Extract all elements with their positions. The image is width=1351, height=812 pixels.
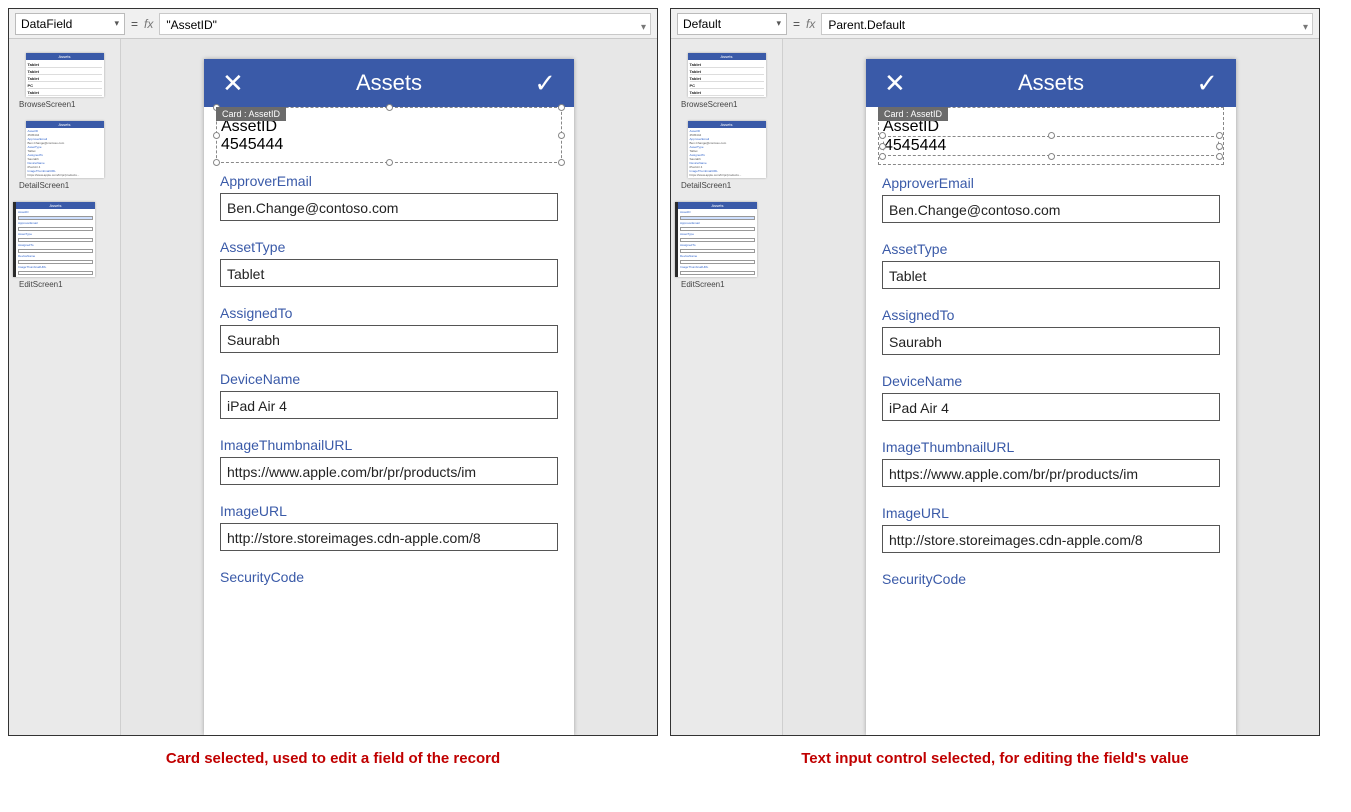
left-caption: Card selected, used to edit a field of t… — [8, 750, 658, 767]
thumb-browse-label: BrowseScreen1 — [681, 100, 778, 109]
screen-thumbnails: Assets Tablet Tablet Tablet PC Tablet Br… — [671, 39, 783, 735]
app-title: Assets — [356, 70, 422, 96]
card-imagethumbnailurl[interactable]: ImageThumbnailURL https://www.apple.com/… — [204, 427, 574, 493]
app-preview: ✕ Assets ✓ Card : AssetID AssetID 454544… — [866, 59, 1236, 735]
field-input[interactable]: https://www.apple.com/br/pr/products/im — [882, 459, 1220, 487]
thumb-browse-label: BrowseScreen1 — [19, 100, 116, 109]
thumb-edit[interactable]: Assets AssetID ApproverEmail AssetType A… — [13, 202, 95, 277]
selection-tag: Card : AssetID — [216, 107, 286, 121]
card-assettype[interactable]: AssetType Tablet — [204, 229, 574, 295]
formula-bar: Default ▾ = fx Parent.Default ▾ — [671, 9, 1319, 39]
formula-bar: DataField ▾ = fx "AssetID" ▾ — [9, 9, 657, 39]
card-imageurl[interactable]: ImageURL http://store.storeimages.cdn-ap… — [204, 493, 574, 559]
thumb-detail[interactable]: Assets AssetID4545444 ApproverEmailBen.C… — [26, 121, 104, 178]
text-input-selected[interactable]: 4545444 — [883, 136, 1219, 156]
field-label: ImageURL — [220, 503, 558, 519]
field-input[interactable]: Ben.Change@contoso.com — [882, 195, 1220, 223]
field-label: AssetType — [882, 241, 1220, 257]
field-label: AssetType — [220, 239, 558, 255]
property-dropdown[interactable]: Default ▾ — [677, 13, 787, 35]
card-assignedto[interactable]: AssignedTo Saurabh — [866, 297, 1236, 363]
fx-icon: fx — [144, 17, 153, 31]
formula-text: "AssetID" — [166, 18, 217, 32]
card-securitycode[interactable]: SecurityCode — [204, 559, 574, 597]
right-caption: Text input control selected, for editing… — [670, 750, 1320, 767]
thumb-detail[interactable]: Assets AssetID4545444 ApproverEmailBen.C… — [688, 121, 766, 178]
field-input[interactable]: 4545444 — [221, 136, 557, 154]
thumb-edit[interactable]: Assets AssetID ApproverEmail AssetType A… — [675, 202, 757, 277]
field-label: AssignedTo — [220, 305, 558, 321]
field-input[interactable]: Saurabh — [882, 327, 1220, 355]
check-icon[interactable]: ✓ — [1196, 68, 1218, 99]
selection-tag: Card : AssetID — [878, 107, 948, 121]
app-title: Assets — [1018, 70, 1084, 96]
formula-text: Parent.Default — [828, 18, 905, 32]
chevron-down-icon: ▾ — [114, 18, 119, 29]
card-imageurl[interactable]: ImageURL http://store.storeimages.cdn-ap… — [866, 495, 1236, 561]
card-devicename[interactable]: DeviceName iPad Air 4 — [866, 363, 1236, 429]
screen-thumbnails: Assets Tablet Tablet Tablet PC Tablet Br… — [9, 39, 121, 735]
fx-icon: fx — [806, 17, 815, 31]
property-name: DataField — [21, 17, 72, 31]
chevron-down-icon: ▾ — [776, 18, 781, 29]
field-input[interactable]: Saurabh — [220, 325, 558, 353]
property-name: Default — [683, 17, 721, 31]
thumb-browse[interactable]: Assets Tablet Tablet Tablet PC Tablet — [26, 53, 104, 97]
app-header: ✕ Assets ✓ — [204, 59, 574, 107]
field-label: DeviceName — [882, 373, 1220, 389]
field-label: ImageThumbnailURL — [220, 437, 558, 453]
right-editor-frame: Default ▾ = fx Parent.Default ▾ Assets T… — [670, 8, 1320, 736]
canvas: ✕ Assets ✓ Card : AssetID AssetID 454544… — [121, 39, 657, 735]
card-imagethumbnailurl[interactable]: ImageThumbnailURL https://www.apple.com/… — [866, 429, 1236, 495]
field-input[interactable]: Tablet — [220, 259, 558, 287]
field-input[interactable]: iPad Air 4 — [882, 393, 1220, 421]
field-input[interactable]: iPad Air 4 — [220, 391, 558, 419]
formula-input[interactable]: "AssetID" ▾ — [159, 13, 651, 35]
field-input[interactable]: http://store.storeimages.cdn-apple.com/8 — [220, 523, 558, 551]
equals-label: = — [793, 17, 800, 31]
app-header: ✕ Assets ✓ — [866, 59, 1236, 107]
thumb-detail-label: DetailScreen1 — [681, 181, 778, 190]
field-label: SecurityCode — [882, 571, 1220, 587]
property-dropdown[interactable]: DataField ▾ — [15, 13, 125, 35]
app-preview: ✕ Assets ✓ Card : AssetID AssetID 454544… — [204, 59, 574, 735]
card-securitycode[interactable]: SecurityCode — [866, 561, 1236, 599]
field-label: SecurityCode — [220, 569, 558, 585]
card-devicename[interactable]: DeviceName iPad Air 4 — [204, 361, 574, 427]
thumb-detail-label: DetailScreen1 — [19, 181, 116, 190]
left-editor-frame: DataField ▾ = fx "AssetID" ▾ Assets Tabl… — [8, 8, 658, 736]
close-icon[interactable]: ✕ — [884, 68, 906, 99]
card-approveremail[interactable]: ApproverEmail Ben.Change@contoso.com — [204, 163, 574, 229]
thumb-browse[interactable]: Assets Tablet Tablet Tablet PC Tablet — [688, 53, 766, 97]
field-label: ApproverEmail — [882, 175, 1220, 191]
field-label: ApproverEmail — [220, 173, 558, 189]
chevron-down-icon: ▾ — [1303, 17, 1308, 39]
chevron-down-icon: ▾ — [641, 17, 646, 39]
field-input[interactable]: Tablet — [882, 261, 1220, 289]
card-assignedto[interactable]: AssignedTo Saurabh — [204, 295, 574, 361]
close-icon[interactable]: ✕ — [222, 68, 244, 99]
canvas: ✕ Assets ✓ Card : AssetID AssetID 454544… — [783, 39, 1319, 735]
field-input[interactable]: Ben.Change@contoso.com — [220, 193, 558, 221]
card-assettype[interactable]: AssetType Tablet — [866, 231, 1236, 297]
field-label: ImageThumbnailURL — [882, 439, 1220, 455]
field-label: ImageURL — [882, 505, 1220, 521]
field-label: DeviceName — [220, 371, 558, 387]
thumb-edit-label: EditScreen1 — [681, 280, 778, 289]
field-input[interactable]: https://www.apple.com/br/pr/products/im — [220, 457, 558, 485]
thumb-edit-label: EditScreen1 — [19, 280, 116, 289]
card-approveremail[interactable]: ApproverEmail Ben.Change@contoso.com — [866, 165, 1236, 231]
field-label: AssignedTo — [882, 307, 1220, 323]
equals-label: = — [131, 17, 138, 31]
field-input[interactable]: http://store.storeimages.cdn-apple.com/8 — [882, 525, 1220, 553]
formula-input[interactable]: Parent.Default ▾ — [821, 13, 1313, 35]
check-icon[interactable]: ✓ — [534, 68, 556, 99]
